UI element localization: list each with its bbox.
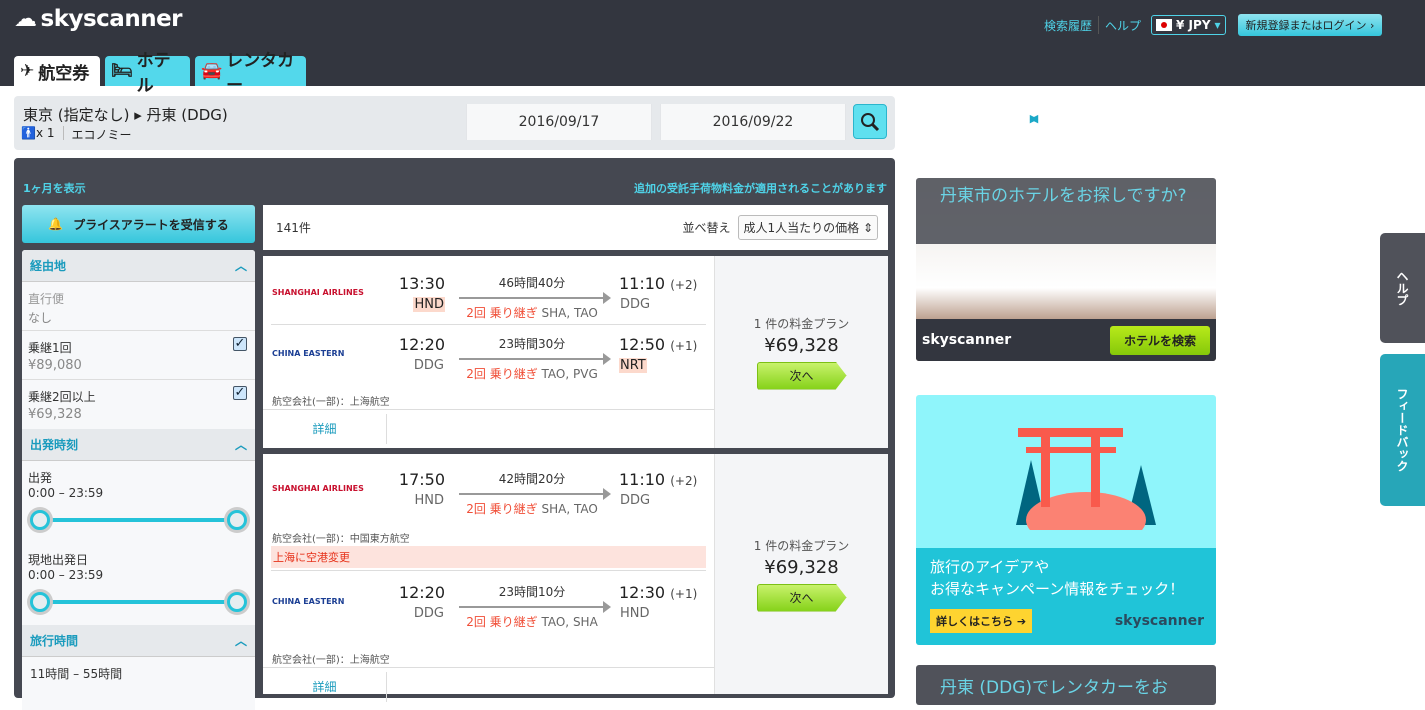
- learn-more-button[interactable]: 詳しくはこちら ➔: [930, 609, 1033, 633]
- departure-time-slider: 出発 0:00 – 23:59: [22, 461, 255, 543]
- slider-handle-min[interactable]: [30, 592, 50, 612]
- login-button[interactable]: 新規登録またはログイン ›: [1237, 14, 1383, 36]
- filter-header-duration[interactable]: 旅行時間 ︿: [22, 625, 255, 657]
- price-box: 1 件の料金プラン ¥69,328 次へ: [714, 256, 888, 448]
- result-card: SHANGHAI AIRLINES 17:50 HND 42時間20分 2回 乗り継…: [263, 454, 888, 702]
- price: ¥69,328: [764, 556, 839, 578]
- torii-gate-illustration: [1016, 428, 1156, 530]
- feedback-side-tab[interactable]: フィードバック: [1380, 354, 1425, 506]
- slider-track: [40, 600, 237, 604]
- bell-icon: 🔔: [48, 217, 64, 231]
- slider-handle-max[interactable]: [227, 510, 247, 530]
- campaign-ad[interactable]: 旅行のアイデアや お得なキャンペーン情報をチェック！ 詳しくはこちら ➔ skys…: [916, 395, 1216, 645]
- chevron-up-icon: ︿: [234, 259, 247, 273]
- sort-select[interactable]: 成人1人当たりの価格 ⇕: [738, 215, 878, 240]
- operator-note: 航空会社(一部)：上海航空: [272, 397, 390, 408]
- checkbox-checked[interactable]: ✓: [233, 337, 247, 351]
- bed-icon: 🛏: [111, 61, 133, 81]
- airline-logo: CHINA EASTERN: [272, 349, 345, 358]
- details-link[interactable]: 詳細: [263, 671, 387, 702]
- caret-down-icon: ▾: [1214, 18, 1221, 32]
- japan-flag-icon: [1156, 19, 1173, 31]
- filter-one-stop[interactable]: 乗継1回 ¥89,080 ✓: [22, 331, 255, 380]
- cabin-class: エコノミー: [71, 128, 132, 142]
- next-day-button[interactable]: ▶: [1016, 112, 1052, 125]
- depart-date[interactable]: 2016/09/17: [466, 104, 652, 140]
- passenger-count: 🚹x 1: [21, 126, 55, 140]
- tab-hotels[interactable]: 🛏 ホテル: [105, 51, 190, 96]
- divider: [1098, 16, 1100, 34]
- skyscanner-logo[interactable]: ☁ skyscanner: [14, 6, 183, 32]
- return-date[interactable]: 2016/09/22: [660, 104, 846, 140]
- airline-logo: SHANGHAI AIRLINES: [272, 288, 364, 297]
- operator-note: 航空会社(一部)：中国東方航空: [272, 534, 410, 545]
- filter-header-stops[interactable]: 経由地 ︿: [22, 250, 255, 282]
- filter-header-departure-time[interactable]: 出発時刻 ︿: [22, 429, 255, 461]
- tab-car-rental[interactable]: 🚘 レンタカー: [195, 51, 306, 96]
- slider-handle-min[interactable]: [30, 510, 50, 530]
- price: ¥69,328: [764, 334, 839, 356]
- next-button[interactable]: 次へ: [756, 583, 847, 612]
- plane-icon: ✈: [20, 61, 35, 81]
- search-hotels-button[interactable]: ホテルを検索: [1109, 325, 1210, 355]
- skyscanner-logo: skyscanner: [922, 332, 1012, 348]
- results-list: 141件 並べ替え 成人1人当たりの価格 ⇕ SHANGHAI AIRLINES 1…: [263, 205, 888, 702]
- baggage-fee-note[interactable]: 追加の受託手荷物料金が適用されることがあります: [634, 180, 887, 196]
- local-departure-slider: 現地出発日 0:00 – 23:59: [22, 543, 255, 625]
- filter-two-plus-stops[interactable]: 乗継2回以上 ¥69,328 ✓: [22, 380, 255, 429]
- return-leg: CHINA EASTERN 12:20 DDG 23時間10分 2回 乗り継ぎ TA…: [272, 583, 698, 629]
- checkbox-checked[interactable]: ✓: [233, 386, 247, 400]
- skyscanner-logo: skyscanner: [1114, 613, 1204, 629]
- help-link[interactable]: ヘルプ: [1105, 17, 1141, 34]
- price-box: 1 件の料金プラン ¥69,328 次へ: [714, 454, 888, 694]
- filter-direct: 直行便 なし: [22, 282, 255, 331]
- chevron-up-icon: ︿: [234, 634, 247, 648]
- hotel-ad[interactable]: 丹東市のホテルをお探しですか? skyscanner ホテルを検索: [916, 178, 1216, 361]
- cloud-logo-icon: ☁: [14, 6, 37, 32]
- top-links: 検索履歴 ヘルプ ¥ JPY ▾ 新規登録またはログイン ›: [1044, 14, 1383, 36]
- show-month-link[interactable]: 1ヶ月を表示: [23, 180, 86, 196]
- route[interactable]: 東京 (指定なし) ▸ 丹東 (DDG): [23, 104, 228, 125]
- results-panel: 1ヶ月を表示 追加の受託手荷物料金が適用されることがあります 🔔 プライスアラート…: [14, 158, 895, 710]
- result-count: 141件: [276, 221, 311, 235]
- slider-track: [40, 518, 237, 522]
- return-date-picker: ◀ 2016/09/22 ▶: [660, 104, 1038, 140]
- return-leg: CHINA EASTERN 12:20 DDG 23時間30分 2回 乗り継ぎ TA…: [272, 335, 698, 381]
- search-summary: 東京 (指定なし) ▸ 丹東 (DDG) 🚹x 1 エコノミー ◀2016/09/…: [14, 96, 1038, 150]
- next-button[interactable]: 次へ: [756, 361, 847, 390]
- chevron-up-icon: ︿: [234, 438, 247, 452]
- route-line: [459, 292, 611, 304]
- price-alert-button[interactable]: 🔔 プライスアラートを受信する: [22, 205, 255, 243]
- details-link[interactable]: 詳細: [263, 413, 387, 444]
- airline-logo: SHANGHAI AIRLINES: [272, 484, 364, 493]
- duration-range: 11時間 – 55時間: [30, 667, 123, 681]
- outbound-leg: SHANGHAI AIRLINES 17:50 HND 42時間20分 2回 乗り継…: [272, 470, 698, 516]
- results-header: 141件 並べ替え 成人1人当たりの価格 ⇕: [263, 205, 888, 250]
- tab-flights[interactable]: ✈ 航空券: [14, 56, 100, 86]
- car-icon: 🚘: [201, 61, 223, 81]
- slider-handle-max[interactable]: [227, 592, 247, 612]
- airport-change-warning: 上海に空港変更: [271, 546, 706, 568]
- car-rental-ad[interactable]: 丹東 (DDG)でレンタカーをお: [916, 665, 1216, 705]
- outbound-leg: SHANGHAI AIRLINES 13:30 HND 46時間40分 2回 乗り継…: [272, 274, 698, 320]
- search-icon: [861, 112, 880, 131]
- depart-date-picker: ◀2016/09/17▶: [466, 104, 844, 140]
- help-side-tab[interactable]: ヘルプ: [1380, 233, 1425, 343]
- search-button[interactable]: [853, 104, 887, 139]
- divider: [62, 126, 64, 140]
- airline-logo: CHINA EASTERN: [272, 597, 345, 606]
- header: ☁ skyscanner ✈ 航空券 🛏 ホテル 🚘 レンタカー 検索履歴 ヘルプ ¥ …: [0, 0, 1425, 96]
- passenger-info: 🚹x 1 エコノミー: [21, 126, 132, 143]
- operator-note: 航空会社(一部)：上海航空: [272, 655, 390, 666]
- search-history-link[interactable]: 検索履歴: [1044, 17, 1092, 34]
- filters-sidebar: 経由地 ︿ 直行便 なし 乗継1回 ¥89,080 ✓ 乗継2回以上 ¥69,328 ✓ 出…: [22, 250, 255, 710]
- result-card: SHANGHAI AIRLINES 13:30 HND 46時間40分 2回 乗り継…: [263, 256, 888, 448]
- currency-selector[interactable]: ¥ JPY ▾: [1151, 15, 1226, 35]
